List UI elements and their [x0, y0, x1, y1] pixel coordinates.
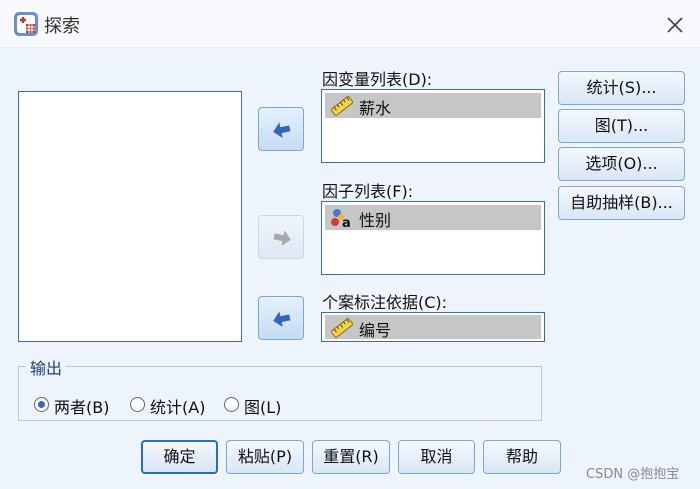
factor-list[interactable]: a 性别 — [321, 201, 545, 275]
ok-button[interactable]: 确定 — [141, 440, 218, 474]
app-icon — [14, 12, 38, 36]
arrow-left-icon — [273, 311, 291, 328]
bootstrap-button[interactable]: 自助抽样(B)... — [558, 186, 685, 220]
radio-label: 图(L) — [244, 398, 282, 417]
plots-button[interactable]: 图(T)... — [558, 109, 685, 143]
explore-dialog: 探索 因变量列表(D): 薪水 因子列表(F): a 性别 个案标注依据(C):… — [0, 0, 700, 489]
radio-label: 两者(B) — [54, 398, 110, 417]
case-label-field[interactable]: 编号 — [321, 312, 545, 342]
list-item-label: 性别 — [359, 211, 392, 230]
reset-button[interactable]: 重置(R) — [312, 440, 390, 474]
radio-selected-icon — [34, 397, 49, 412]
arrow-left-icon — [273, 122, 291, 139]
dialog-body: 因变量列表(D): 薪水 因子列表(F): a 性别 个案标注依据(C): 编号… — [0, 48, 700, 489]
svg-text:a: a — [342, 216, 351, 228]
list-item[interactable]: a 性别 — [325, 205, 541, 230]
radio-label: 统计(A) — [150, 398, 206, 417]
move-to-dependent-button[interactable] — [258, 107, 304, 151]
scale-ruler-icon — [331, 318, 353, 338]
scale-ruler-icon — [331, 96, 353, 116]
dependent-list-label: 因变量列表(D): — [322, 70, 433, 89]
radio-unselected-icon — [224, 397, 239, 412]
move-to-factor-button[interactable] — [258, 215, 304, 259]
statistics-button[interactable]: 统计(S)... — [558, 71, 685, 105]
source-variable-list[interactable] — [18, 91, 242, 342]
case-label-caption: 个案标注依据(C): — [322, 293, 448, 312]
list-item[interactable]: 薪水 — [325, 93, 541, 118]
help-button[interactable]: 帮助 — [483, 440, 561, 474]
radio-unselected-icon — [130, 397, 145, 412]
move-to-case-label-button[interactable] — [258, 296, 304, 340]
title-bar: 探索 — [0, 0, 700, 48]
dependent-list[interactable]: 薪水 — [321, 89, 545, 163]
output-group-title: 输出 — [26, 355, 67, 379]
factor-list-label: 因子列表(F): — [322, 182, 414, 201]
window-title: 探索 — [44, 16, 80, 37]
list-item-label: 薪水 — [359, 99, 392, 118]
close-icon[interactable] — [662, 12, 688, 38]
paste-button[interactable]: 粘贴(P) — [226, 440, 304, 474]
arrow-right-icon — [273, 230, 291, 247]
list-item[interactable]: 编号 — [325, 315, 541, 340]
nominal-variable-icon: a — [331, 209, 351, 228]
list-item-label: 编号 — [359, 321, 392, 340]
watermark: CSDN @抱抱宝 — [586, 467, 680, 482]
cancel-button[interactable]: 取消 — [398, 440, 475, 474]
options-button[interactable]: 选项(O)... — [558, 147, 685, 181]
